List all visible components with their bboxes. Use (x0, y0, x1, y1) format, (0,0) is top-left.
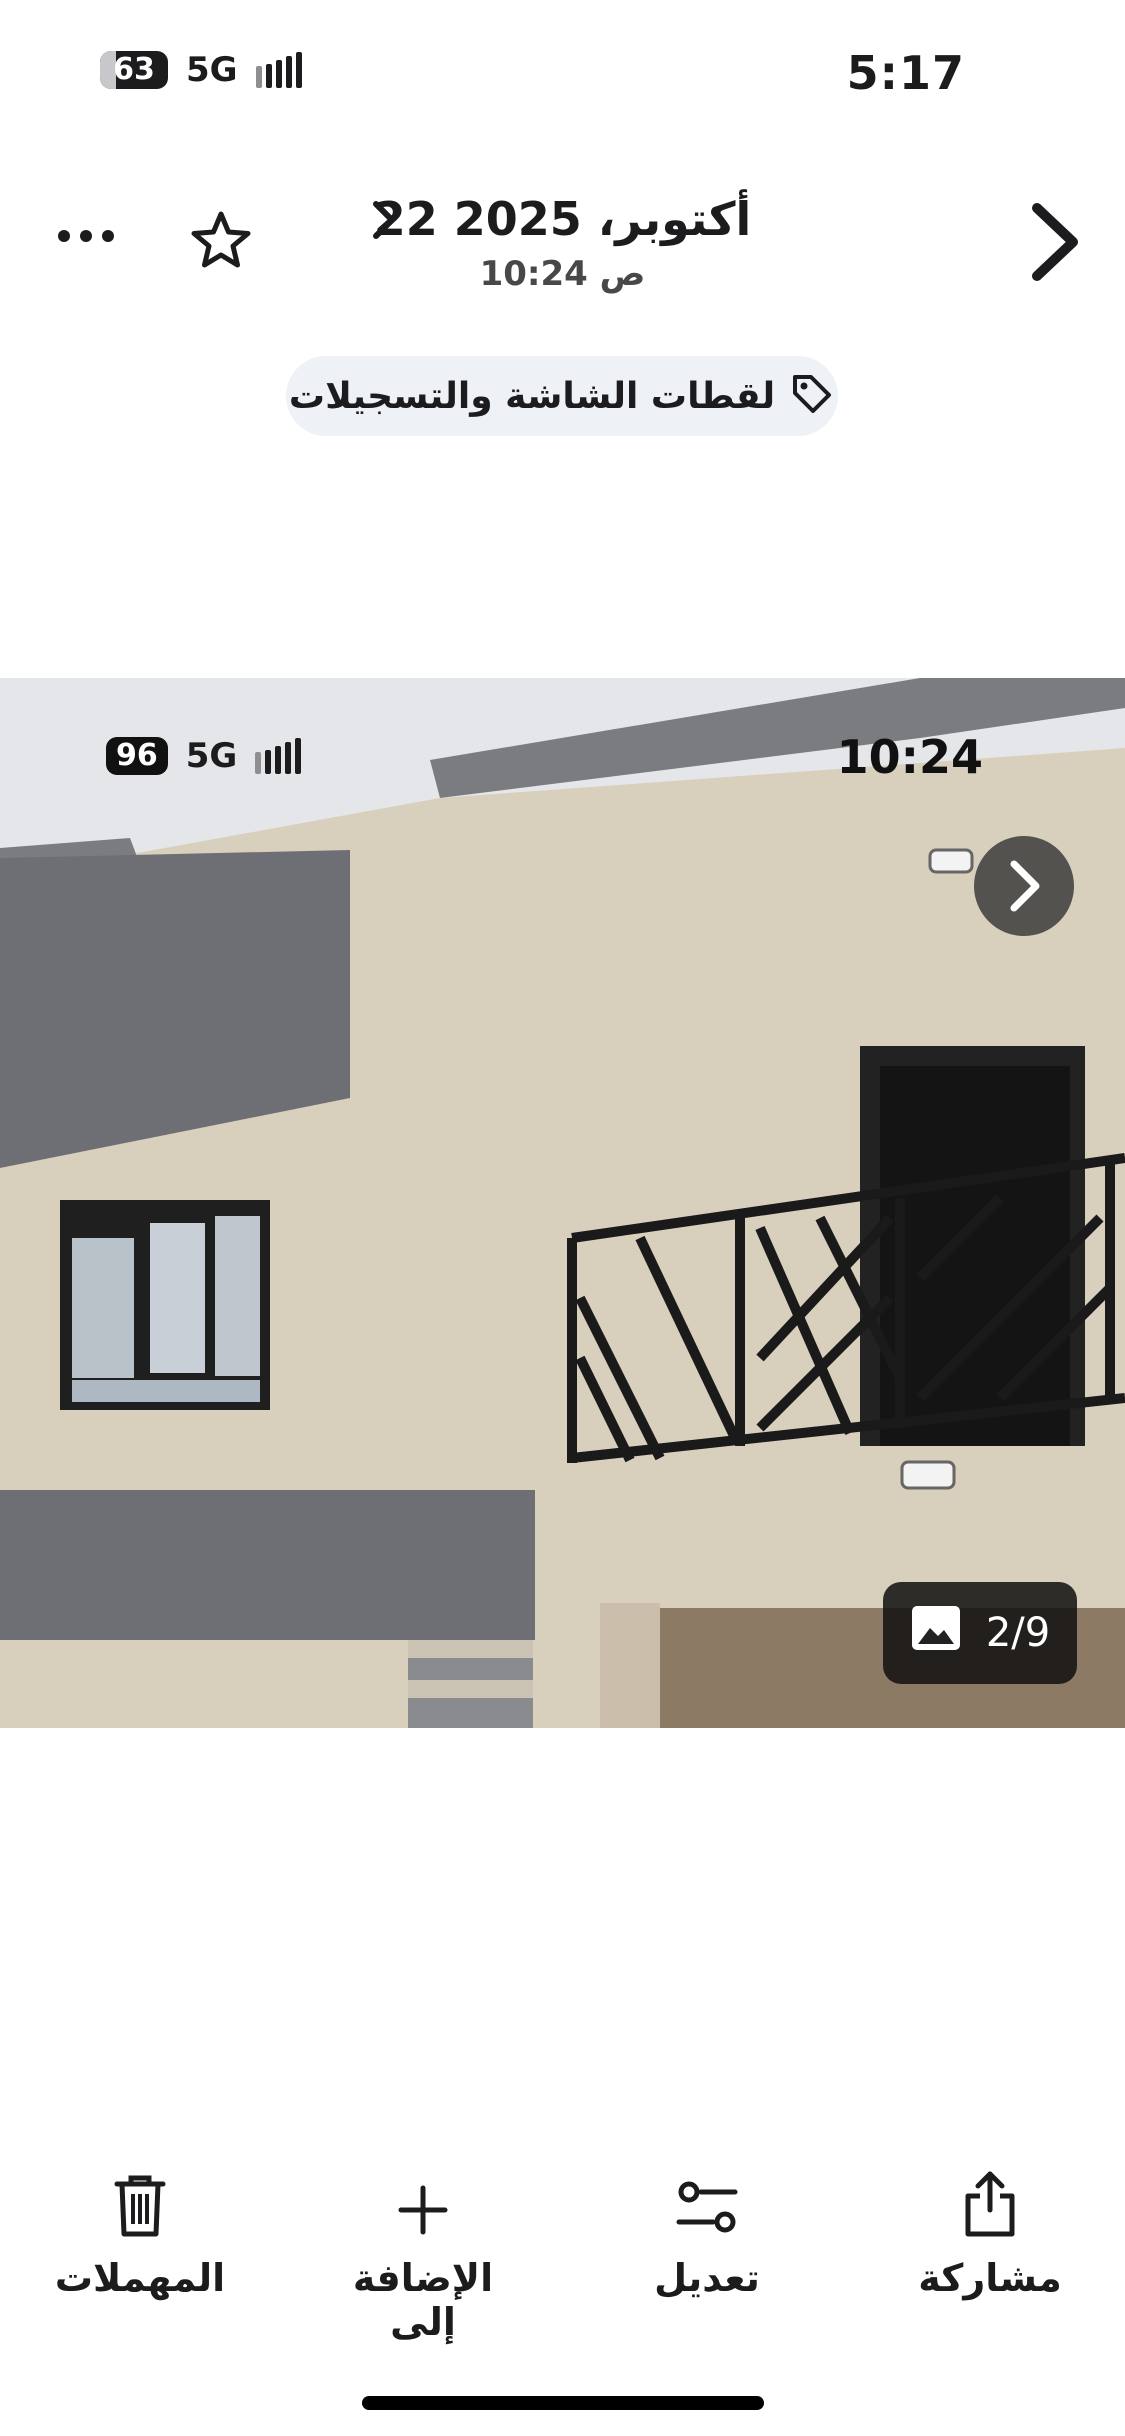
chevron-right-icon (1010, 860, 1040, 912)
status-time: 5:17 (846, 46, 965, 100)
network-type: 5G (186, 50, 238, 90)
photo-battery-icon: 96 (106, 737, 168, 775)
signal-icon (255, 52, 302, 88)
tag-chip-label: لقطات الشاشة والتسجيلات (288, 375, 776, 417)
add-to-button[interactable]: الإضافة إلى (323, 2168, 523, 2344)
edit-button[interactable]: تعديل (607, 2168, 807, 2300)
adjust-icon (607, 2168, 807, 2238)
share-button[interactable]: مشاركة (890, 2168, 1090, 2300)
tag-chip[interactable]: لقطات الشاشة والتسجيلات (286, 356, 838, 436)
image-icon (910, 1604, 962, 1662)
home-indicator[interactable] (362, 2396, 764, 2410)
plus-icon (323, 2168, 523, 2238)
tag-icon (789, 371, 835, 421)
star-icon[interactable] (190, 210, 252, 272)
photo-date[interactable]: 22 أكتوبر، 2025 (0, 192, 1125, 246)
share-icon (890, 2168, 1090, 2238)
trash-button[interactable]: المهملات (40, 2168, 240, 2300)
more-options-icon[interactable] (58, 230, 114, 242)
trash-label: المهملات (54, 2256, 226, 2300)
photo-image[interactable] (0, 678, 1125, 1728)
photo-time: 10:24 ص (479, 254, 646, 294)
photo-status-time: 10:24 (836, 730, 983, 784)
edit-label: تعديل (654, 2256, 760, 2300)
next-image-button[interactable] (974, 836, 1074, 936)
image-counter: 2/9 (883, 1582, 1077, 1684)
trash-icon (40, 2168, 240, 2238)
photo-status-indicators: 96 5G (106, 736, 302, 776)
chevron-right-small-icon (370, 198, 400, 242)
photo-signal-icon (255, 738, 302, 774)
share-label: مشاركة (918, 2256, 1062, 2300)
photo-network-type: 5G (185, 736, 238, 776)
image-counter-text: 2/9 (985, 1610, 1051, 1656)
status-indicators: 63 5G (100, 50, 302, 90)
add-to-label: الإضافة إلى (352, 2256, 494, 2344)
battery-icon: 63 (100, 51, 168, 89)
